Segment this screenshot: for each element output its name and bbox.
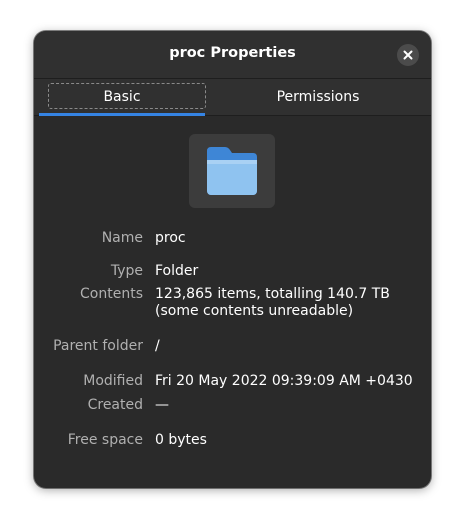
- header-bar: proc Properties: [34, 31, 431, 79]
- active-tab-indicator: [39, 113, 205, 116]
- folder-icon-tile: [189, 134, 275, 208]
- tab-basic[interactable]: Basic: [39, 79, 206, 115]
- tab-permissions[interactable]: Permissions: [205, 79, 431, 115]
- modified-label: Modified: [83, 373, 143, 389]
- properties-dialog: proc Properties Basic Permissions Name p…: [34, 31, 431, 488]
- free-space-label: Free space: [67, 432, 143, 448]
- name-value: proc: [155, 230, 186, 246]
- contents-value-line2: (some contents unreadable): [155, 303, 354, 319]
- close-icon: [403, 50, 413, 60]
- contents-label: Contents: [80, 286, 143, 302]
- modified-value: Fri 20 May 2022 09:39:09 AM +0430: [155, 373, 413, 389]
- tab-focus-ring: [48, 83, 206, 109]
- free-space-value: 0 bytes: [155, 432, 207, 448]
- created-label: Created: [87, 397, 143, 413]
- contents-value-line1: 123,865 items, totalling 140.7 TB: [155, 286, 390, 302]
- close-button[interactable]: [397, 44, 419, 66]
- created-value: —: [155, 397, 169, 413]
- tab-bar: Basic Permissions: [34, 79, 431, 116]
- type-label: Type: [110, 263, 143, 279]
- name-label: Name: [101, 230, 143, 246]
- type-value: Folder: [155, 263, 199, 279]
- folder-icon: [207, 147, 257, 195]
- window-title: proc Properties: [169, 45, 296, 61]
- parent-folder-label: Parent folder: [53, 338, 143, 354]
- tab-permissions-label: Permissions: [276, 89, 360, 105]
- parent-folder-value: /: [155, 338, 160, 354]
